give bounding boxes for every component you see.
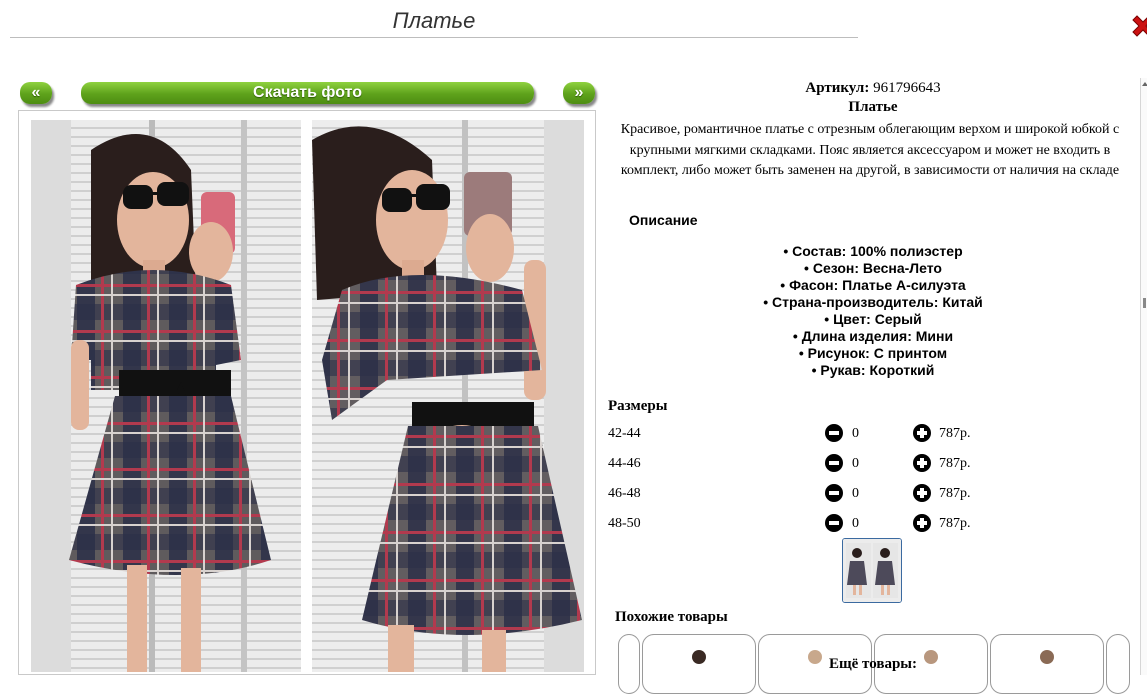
- size-row: 44-46 0 787р.: [608, 454, 1008, 474]
- minus-circle-icon[interactable]: [825, 484, 843, 502]
- plus-circle-icon[interactable]: [913, 514, 931, 532]
- close-icon[interactable]: [1131, 14, 1147, 38]
- size-quantity: 0: [852, 486, 859, 501]
- articul-label: Артикул:: [805, 80, 870, 96]
- scroll-thumb[interactable]: [1143, 298, 1146, 308]
- sizes-heading: Размеры: [608, 398, 668, 414]
- feature-list: Состав: 100% полиэстер Сезон: Весна-Лето…: [600, 243, 1146, 379]
- scroll-up-arrow-icon[interactable]: [1142, 82, 1147, 86]
- size-quantity: 0: [852, 516, 859, 531]
- size-label: 44-46: [608, 456, 641, 471]
- product-description: Красивое, романтичное платье с отрезным …: [620, 122, 1120, 178]
- feature-item: Длина изделия: Мини: [600, 328, 1146, 345]
- size-row: 42-44 0 787р.: [608, 424, 1008, 444]
- size-label: 42-44: [608, 426, 641, 441]
- scrollbar[interactable]: [1140, 78, 1147, 675]
- photo-thumbnail[interactable]: [842, 538, 902, 603]
- minus-circle-icon[interactable]: [825, 454, 843, 472]
- articul-line: Артикул: 961796643: [600, 80, 1146, 97]
- feature-item: Страна-производитель: Китай: [600, 294, 1146, 311]
- plus-circle-icon[interactable]: [913, 484, 931, 502]
- articul-value: 961796643: [873, 80, 941, 96]
- feature-item: Сезон: Весна-Лето: [600, 260, 1146, 277]
- size-price: 787р.: [939, 516, 971, 531]
- product-photo-front[interactable]: [31, 120, 301, 672]
- size-price: 787р.: [939, 486, 971, 501]
- description-heading: Описание: [629, 212, 698, 228]
- plus-circle-icon[interactable]: [913, 424, 931, 442]
- prev-photo-button[interactable]: «: [20, 82, 52, 104]
- feature-item: Рукав: Короткий: [600, 362, 1146, 379]
- size-label: 48-50: [608, 516, 641, 531]
- minus-circle-icon[interactable]: [825, 424, 843, 442]
- download-photo-button[interactable]: Скачать фото: [81, 82, 534, 104]
- size-quantity: 0: [852, 456, 859, 471]
- product-photo-side[interactable]: [312, 120, 584, 672]
- size-label: 46-48: [608, 486, 641, 501]
- product-name: Платье: [848, 99, 898, 115]
- size-price: 787р.: [939, 426, 971, 441]
- minus-circle-icon[interactable]: [825, 514, 843, 532]
- size-row: 46-48 0 787р.: [608, 484, 1008, 504]
- size-quantity: 0: [852, 426, 859, 441]
- plus-circle-icon[interactable]: [913, 454, 931, 472]
- feature-item: Состав: 100% полиэстер: [600, 243, 1146, 260]
- feature-item: Цвет: Серый: [600, 311, 1146, 328]
- next-photo-button[interactable]: »: [563, 82, 595, 104]
- feature-item: Рисунок: С принтом: [600, 345, 1146, 362]
- more-products-heading: Ещё товары:: [828, 656, 918, 672]
- feature-item: Фасон: Платье А-силуэта: [600, 277, 1146, 294]
- similar-products-heading: Похожие товары: [615, 609, 728, 625]
- size-price: 787р.: [939, 456, 971, 471]
- size-row: 48-50 0 787р.: [608, 514, 1008, 534]
- page-title: Платье: [10, 6, 858, 38]
